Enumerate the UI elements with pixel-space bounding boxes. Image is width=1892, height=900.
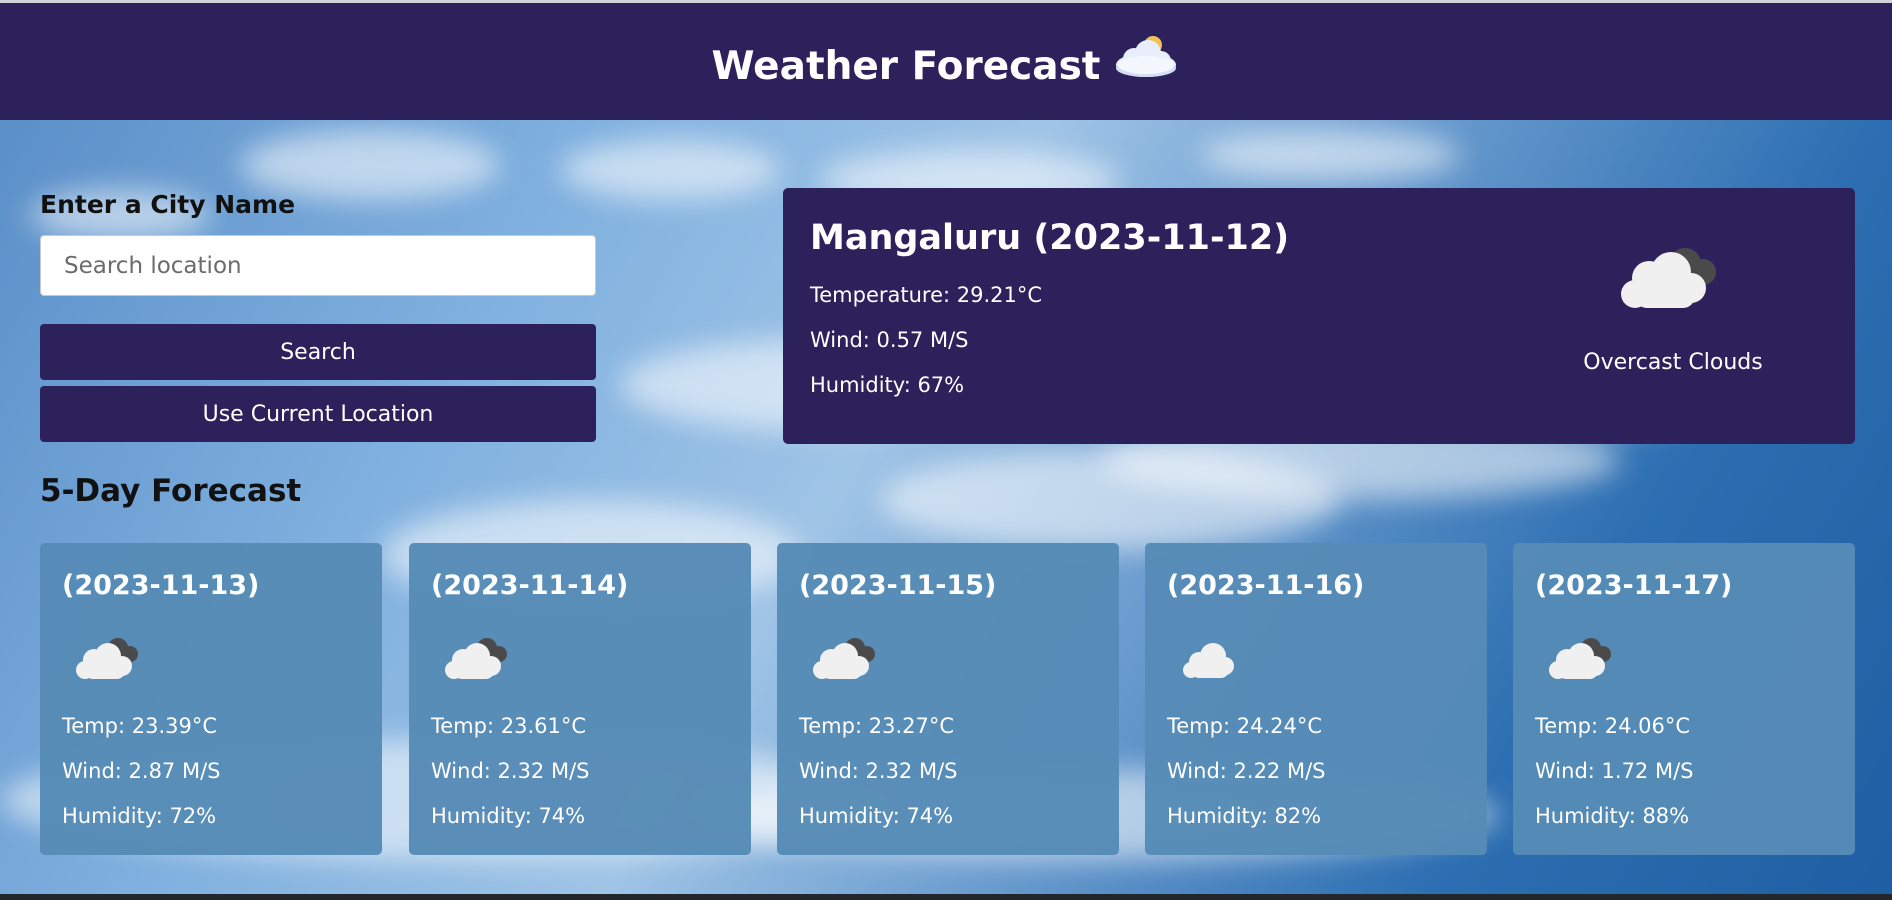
overcast-clouds-icon <box>813 638 875 679</box>
current-temperature: Temperature: 29.21°C <box>810 283 1043 307</box>
forecast-date: (2023-11-16) <box>1167 570 1365 601</box>
use-current-location-button[interactable]: Use Current Location <box>40 386 596 442</box>
forecast-temp: Temp: 24.24°C <box>1167 714 1322 738</box>
forecast-humidity: Humidity: 74% <box>799 804 954 828</box>
forecast-card-day-2: (2023-11-14) Temp: 23.61°C Wind: 2.32 M/… <box>409 543 751 855</box>
forecast-heading: 5-Day Forecast <box>40 473 302 509</box>
weather-app: Weather Forecast Enter a City Name Searc… <box>0 0 1892 900</box>
cloud-icon <box>1183 643 1234 678</box>
forecast-humidity: Humidity: 88% <box>1535 804 1690 828</box>
forecast-humidity: Humidity: 74% <box>431 804 586 828</box>
forecast-wind: Wind: 1.72 M/S <box>1535 759 1694 783</box>
forecast-temp: Temp: 24.06°C <box>1535 714 1690 738</box>
forecast-humidity: Humidity: 72% <box>62 804 217 828</box>
forecast-wind: Wind: 2.87 M/S <box>62 759 221 783</box>
city-input-label: Enter a City Name <box>40 190 296 219</box>
current-wind: Wind: 0.57 M/S <box>810 328 969 352</box>
forecast-date: (2023-11-13) <box>62 570 260 601</box>
forecast-card-day-5: (2023-11-17) Temp: 24.06°C Wind: 1.72 M/… <box>1513 543 1855 855</box>
forecast-temp: Temp: 23.27°C <box>799 714 954 738</box>
overcast-clouds-icon <box>1549 638 1611 679</box>
forecast-temp: Temp: 23.61°C <box>431 714 586 738</box>
forecast-card-day-1: (2023-11-13) Temp: 23.39°C Wind: 2.87 M/… <box>40 543 382 855</box>
overcast-clouds-icon <box>445 638 507 679</box>
app-header: Weather Forecast <box>0 3 1892 120</box>
cloud-sun-icon <box>1116 35 1177 77</box>
forecast-wind: Wind: 2.22 M/S <box>1167 759 1326 783</box>
current-humidity: Humidity: 67% <box>810 373 965 397</box>
window-bottom-border <box>0 894 1892 900</box>
forecast-date: (2023-11-17) <box>1535 570 1733 601</box>
forecast-card-day-3: (2023-11-15) Temp: 23.27°C Wind: 2.32 M/… <box>777 543 1119 855</box>
forecast-date: (2023-11-15) <box>799 570 997 601</box>
overcast-clouds-icon <box>1621 248 1716 308</box>
forecast-card-day-4: (2023-11-16) Temp: 24.24°C Wind: 2.22 M/… <box>1145 543 1487 855</box>
current-weather-card: Mangaluru (2023-11-12) Temperature: 29.2… <box>783 188 1855 444</box>
overcast-clouds-icon <box>76 638 138 679</box>
forecast-date: (2023-11-14) <box>431 570 629 601</box>
current-city-title: Mangaluru (2023-11-12) <box>810 218 1290 258</box>
app-title: Weather Forecast <box>711 44 1101 89</box>
search-button[interactable]: Search <box>40 324 596 380</box>
search-input[interactable] <box>40 235 596 296</box>
forecast-wind: Wind: 2.32 M/S <box>431 759 590 783</box>
current-description: Overcast Clouds <box>1583 350 1763 375</box>
forecast-humidity: Humidity: 82% <box>1167 804 1322 828</box>
forecast-wind: Wind: 2.32 M/S <box>799 759 958 783</box>
forecast-temp: Temp: 23.39°C <box>62 714 217 738</box>
